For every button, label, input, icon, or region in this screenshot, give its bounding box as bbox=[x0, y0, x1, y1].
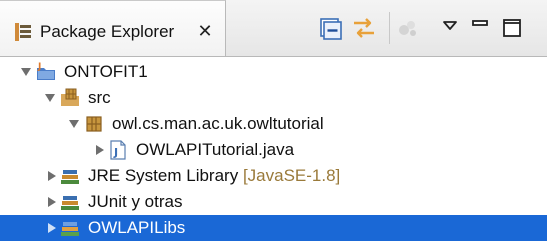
minimize-button[interactable] bbox=[466, 14, 494, 42]
svg-text:J: J bbox=[113, 146, 118, 159]
tree-item-label: JUnit y otras bbox=[88, 192, 183, 211]
svg-text:J: J bbox=[37, 62, 41, 72]
tree-item-package[interactable]: owl.cs.man.ac.uk.owltutorial bbox=[0, 111, 547, 137]
package-explorer-icon bbox=[14, 22, 32, 42]
package-explorer-view: Package Explorer ✕ J ONTOFIT1 src owl.cs… bbox=[0, 0, 547, 246]
tree-item-label: owl.cs.man.ac.uk.owltutorial bbox=[112, 114, 324, 133]
library-decoration: [JavaSE-1.8] bbox=[242, 166, 341, 185]
view-menu-button[interactable] bbox=[436, 14, 464, 42]
maximize-icon bbox=[503, 19, 521, 37]
tree-item-jre-library[interactable]: JRE System Library [JavaSE-1.8] bbox=[0, 163, 547, 189]
package-icon bbox=[86, 116, 102, 132]
collapsed-arrow-icon[interactable] bbox=[94, 144, 106, 156]
source-folder-icon bbox=[61, 88, 79, 106]
tree-item-label: OWLAPILibs bbox=[88, 218, 186, 237]
expanded-arrow-icon[interactable] bbox=[20, 66, 32, 78]
minimize-icon bbox=[472, 20, 488, 26]
tree-item-java-file[interactable]: J OWLAPITutorial.java bbox=[0, 137, 547, 163]
view-tab-bar: Package Explorer ✕ bbox=[0, 0, 547, 57]
link-with-editor-button[interactable] bbox=[350, 14, 378, 42]
library-icon bbox=[61, 170, 79, 184]
java-file-icon: J bbox=[110, 140, 126, 160]
library-icon bbox=[61, 196, 79, 210]
focus-on-active-task-button[interactable] bbox=[394, 14, 422, 42]
tree-item-label: src bbox=[88, 88, 111, 107]
tree-item-owlapilibs[interactable]: OWLAPILibs bbox=[0, 215, 547, 241]
library-name: JRE System Library bbox=[88, 166, 239, 185]
expanded-arrow-icon[interactable] bbox=[44, 92, 56, 104]
collapsed-arrow-icon[interactable] bbox=[46, 196, 58, 208]
view-title: Package Explorer bbox=[40, 22, 175, 41]
collapse-all-button[interactable] bbox=[316, 14, 344, 42]
collapsed-arrow-icon[interactable] bbox=[46, 170, 58, 182]
view-menu-icon bbox=[443, 21, 457, 30]
close-icon: ✕ bbox=[197, 21, 213, 41]
tree-item-project[interactable]: J ONTOFIT1 bbox=[0, 59, 547, 85]
java-project-icon: J bbox=[37, 62, 55, 80]
tab-package-explorer[interactable]: Package Explorer ✕ bbox=[0, 0, 226, 56]
close-view-button[interactable]: ✕ bbox=[195, 21, 215, 41]
tree-item-label: JRE System Library [JavaSE-1.8] bbox=[88, 165, 340, 187]
tree-item-label: ONTOFIT1 bbox=[64, 62, 148, 81]
toolbar-separator bbox=[389, 12, 390, 44]
maximize-button[interactable] bbox=[498, 14, 526, 42]
collapsed-arrow-icon[interactable] bbox=[46, 222, 58, 234]
collapse-all-icon bbox=[320, 18, 342, 40]
package-tree[interactable]: J ONTOFIT1 src owl.cs.man.ac.uk.owltutor… bbox=[0, 57, 547, 246]
tree-item-src[interactable]: src bbox=[0, 85, 547, 111]
link-with-editor-icon bbox=[354, 18, 374, 38]
tree-item-junit-library[interactable]: JUnit y otras bbox=[0, 189, 547, 215]
focus-on-active-task-icon bbox=[399, 21, 416, 36]
library-icon bbox=[61, 222, 79, 236]
tree-item-label: OWLAPITutorial.java bbox=[136, 140, 295, 159]
expanded-arrow-icon[interactable] bbox=[68, 118, 80, 130]
